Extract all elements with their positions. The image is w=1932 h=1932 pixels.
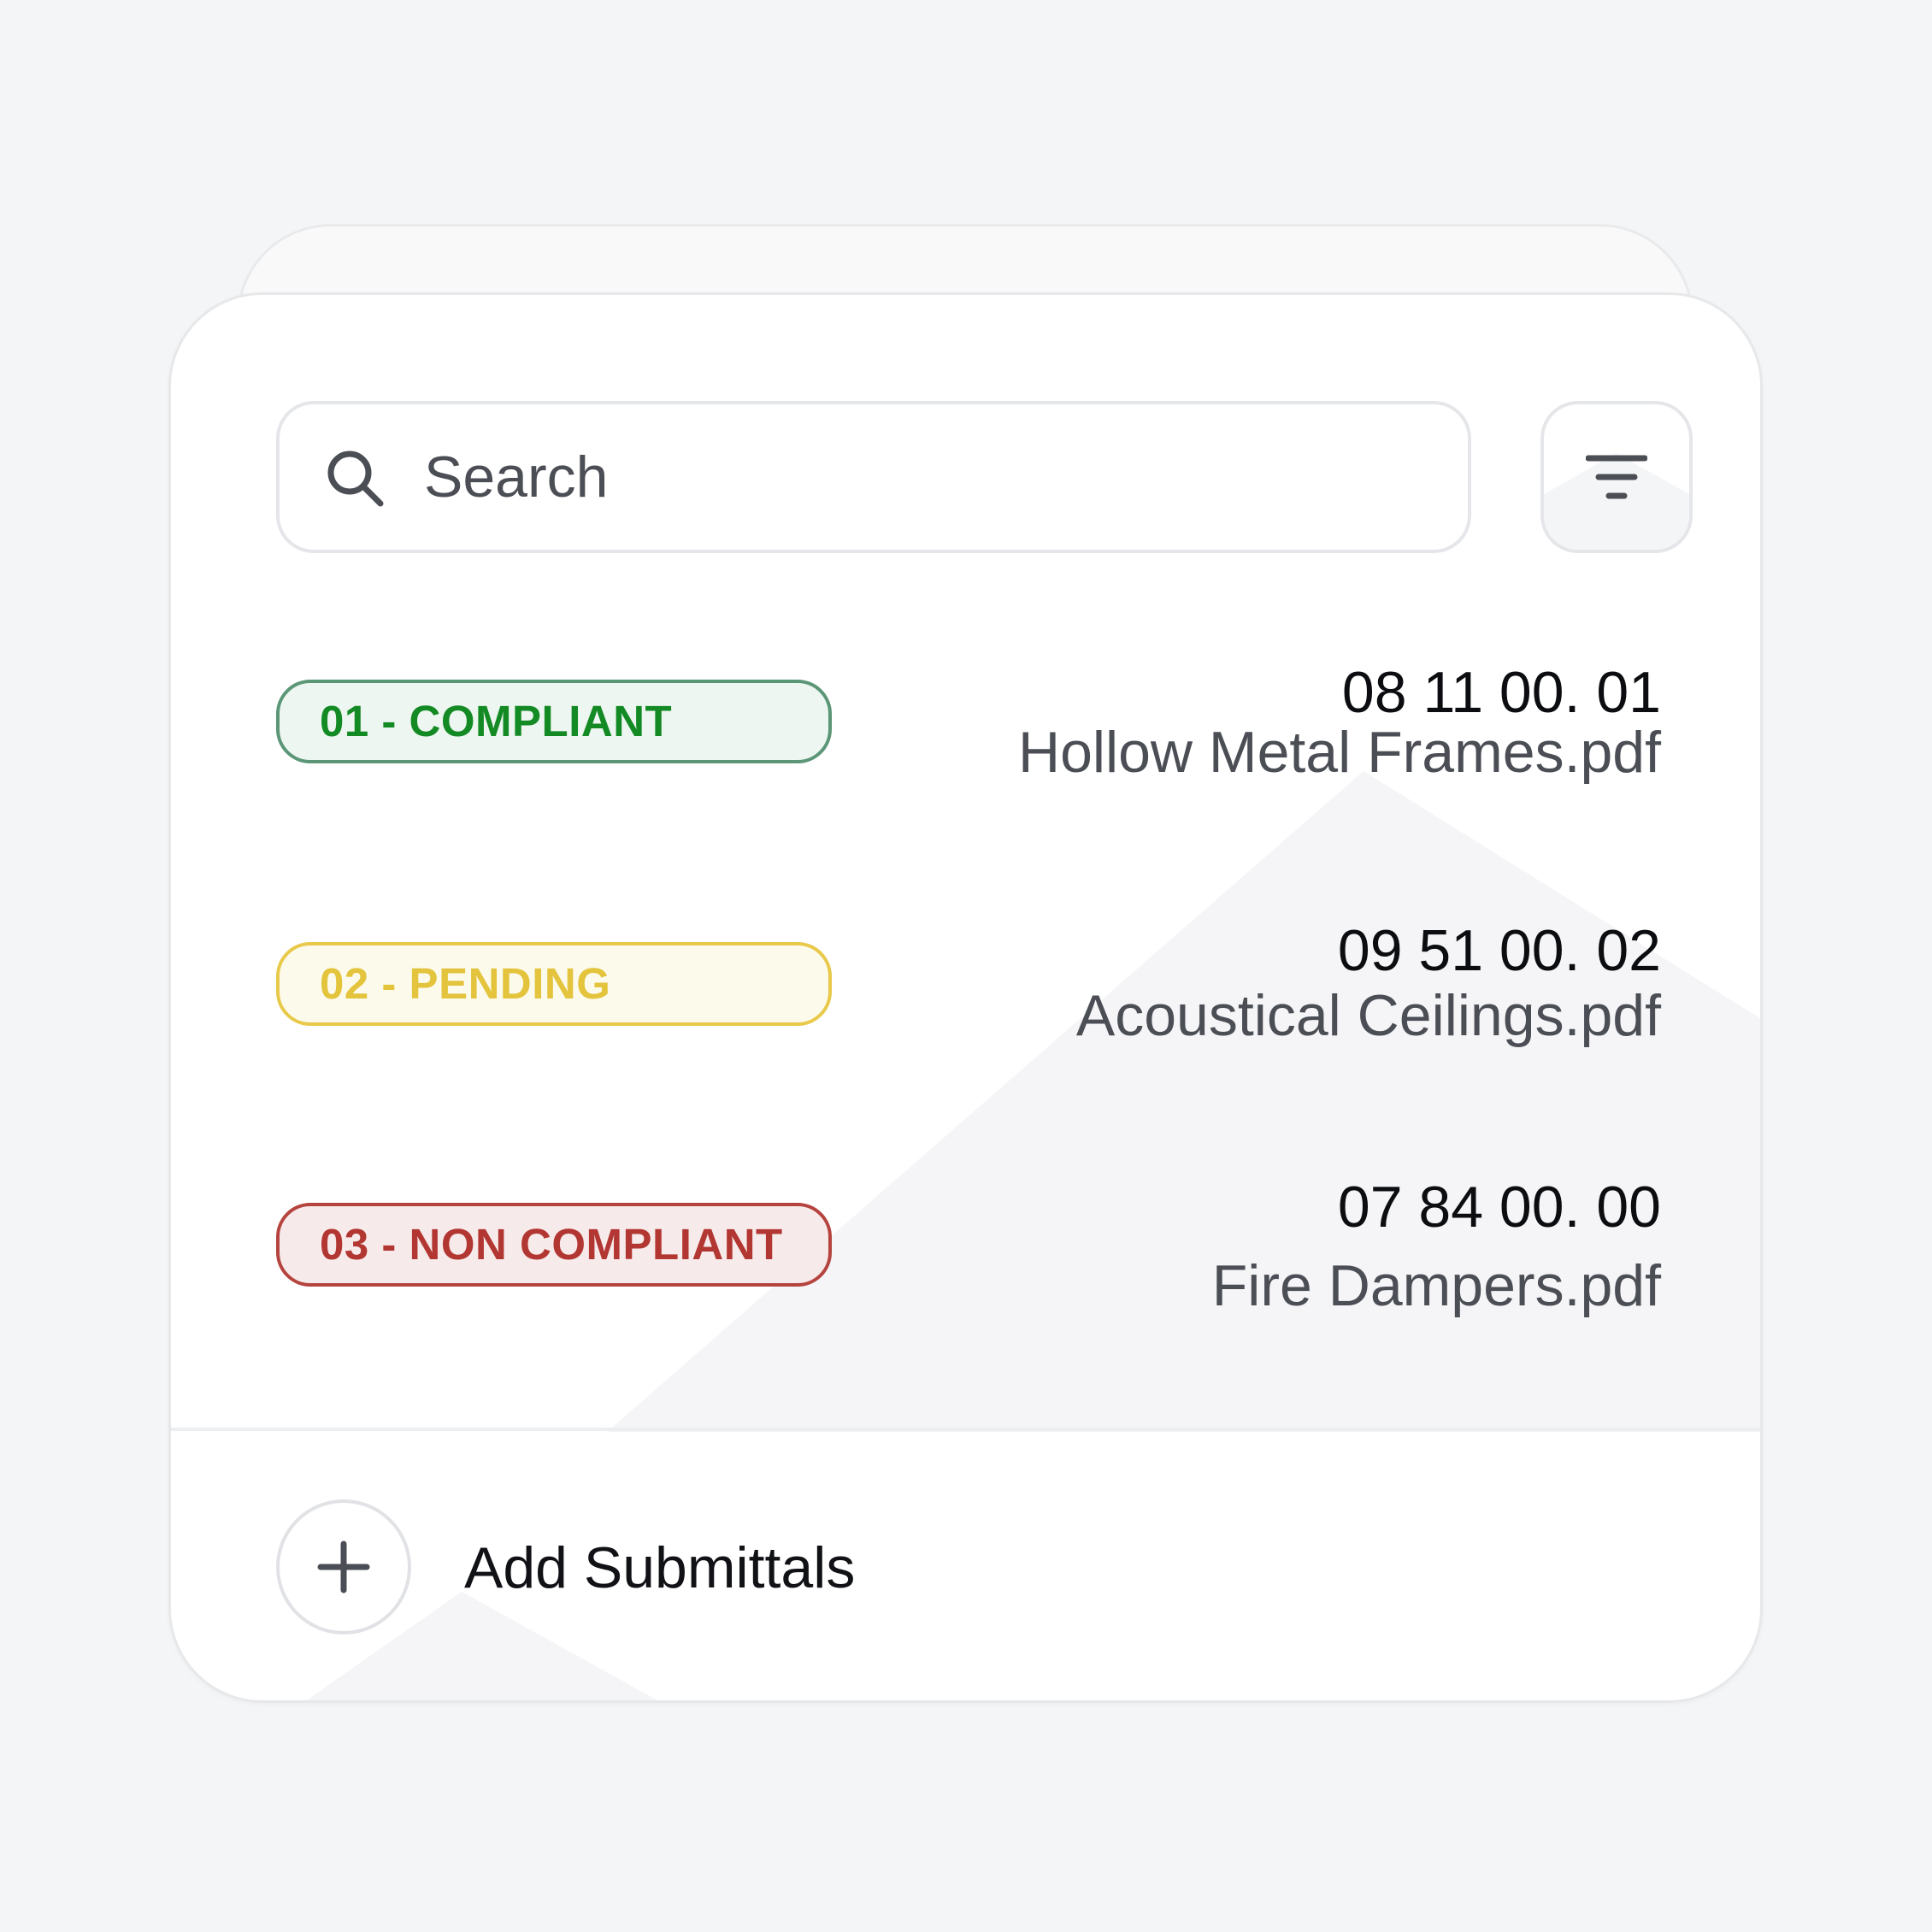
search-placeholder: Search xyxy=(424,445,609,510)
submittal-file: 07 84 00. 00 Fire Dampers.pdf xyxy=(1212,1177,1661,1316)
file-name[interactable]: Hollow Metal Frames.pdf xyxy=(1018,722,1661,782)
add-submittals-label[interactable]: Add Submittals xyxy=(464,1534,855,1602)
status-badge-pending: 02 - PENDING xyxy=(276,942,832,1026)
spec-code: 09 51 00. 02 xyxy=(1337,918,1661,983)
submittal-file: 08 11 00. 01 Hollow Metal Frames.pdf xyxy=(1018,663,1661,782)
filter-button[interactable] xyxy=(1540,401,1693,553)
plus-icon xyxy=(317,1540,370,1593)
filter-icon xyxy=(1586,455,1647,499)
submittals-card: Search 01 - COMPLIANT 08 11 00. 01 Hollo… xyxy=(168,292,1763,1703)
submittal-row[interactable]: 03 - NON COMPLIANT 07 84 00. 00 Fire Dam… xyxy=(276,1177,1661,1322)
file-name[interactable]: Acoustical Ceilings.pdf xyxy=(1076,986,1661,1046)
submittal-row[interactable]: 01 - COMPLIANT 08 11 00. 01 Hollow Metal… xyxy=(276,663,1661,791)
submittal-file: 09 51 00. 02 Acoustical Ceilings.pdf xyxy=(1076,921,1661,1046)
submittal-row[interactable]: 02 - PENDING 09 51 00. 02 Acoustical Cei… xyxy=(276,921,1661,1057)
file-name[interactable]: Fire Dampers.pdf xyxy=(1212,1256,1661,1316)
status-badge-compliant: 01 - COMPLIANT xyxy=(276,680,832,763)
add-submittals-button[interactable] xyxy=(276,1499,411,1635)
spec-code: 07 84 00. 00 xyxy=(1337,1175,1661,1240)
search-icon xyxy=(327,451,384,507)
spec-code: 08 11 00. 01 xyxy=(1341,660,1661,725)
status-badge-non-compliant: 03 - NON COMPLIANT xyxy=(276,1203,832,1287)
card-footer: Add Submittals xyxy=(171,1428,1760,1700)
search-input[interactable]: Search xyxy=(276,401,1471,553)
